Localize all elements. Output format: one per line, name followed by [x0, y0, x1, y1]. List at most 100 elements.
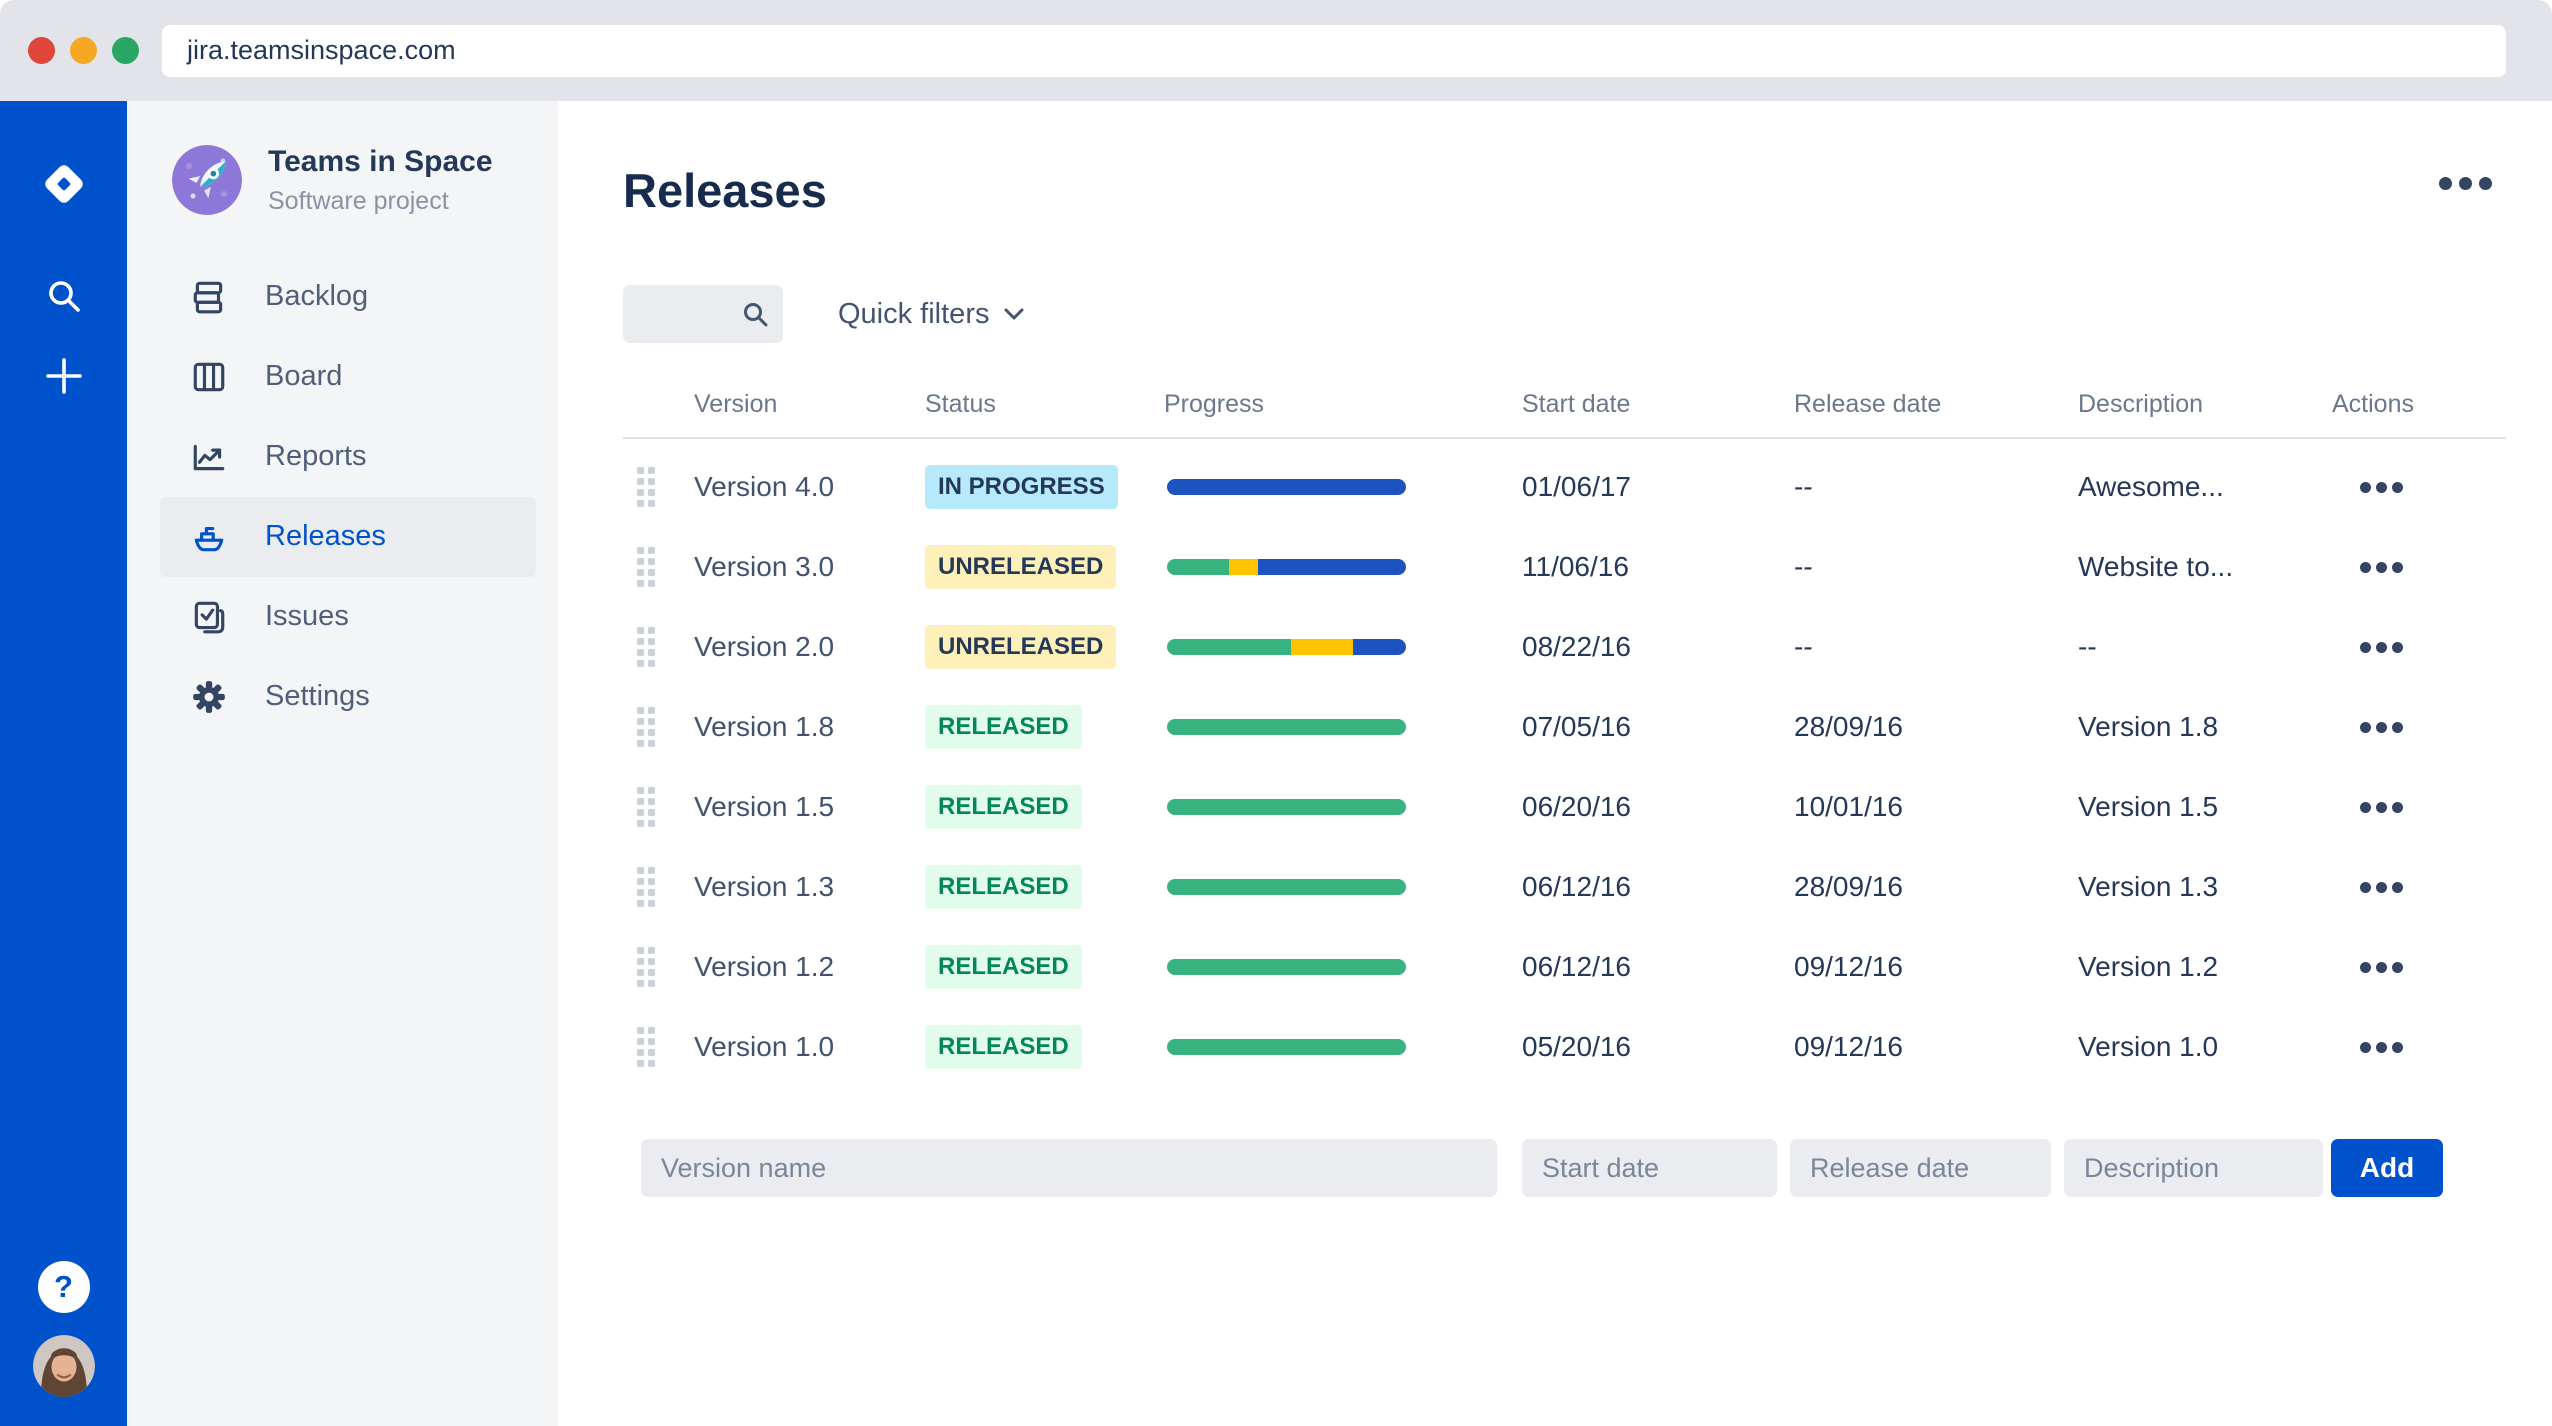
- table-row: Version 1.8 RELEASED 07/05/16 28/09/16 V…: [623, 687, 2506, 767]
- versions-table: Version Status Progress Start date Relea…: [623, 371, 2506, 1087]
- progress-bar: [1167, 799, 1406, 815]
- version-name[interactable]: Version 2.0: [678, 631, 925, 663]
- release-date: --: [1794, 471, 1813, 502]
- drag-handle-icon[interactable]: [637, 867, 678, 907]
- progress-bar: [1167, 559, 1406, 575]
- browser-window: jira.teamsinspace.com ? Teams in Space S…: [0, 0, 2552, 1426]
- version-name[interactable]: Version 4.0: [678, 471, 925, 503]
- version-name[interactable]: Version 1.3: [678, 871, 925, 903]
- release-date: 09/12/16: [1794, 951, 1903, 982]
- status-badge: RELEASED: [925, 945, 1082, 989]
- drag-handle-icon[interactable]: [637, 547, 678, 587]
- version-name[interactable]: Version 1.8: [678, 711, 925, 743]
- board-icon: [190, 358, 228, 396]
- column-header-start-date: Start date: [1522, 389, 1631, 418]
- description: Version 1.8: [2078, 711, 2219, 742]
- maximize-window-button[interactable]: [112, 37, 139, 64]
- description: Website to...: [2078, 551, 2234, 582]
- version-name[interactable]: Version 1.5: [678, 791, 925, 823]
- row-actions-button[interactable]: [2360, 1041, 2506, 1053]
- start-date: 06/20/16: [1522, 791, 1631, 822]
- sidebar-item-releases[interactable]: Releases: [160, 496, 536, 577]
- quick-filters-dropdown[interactable]: Quick filters: [838, 298, 1025, 331]
- global-search-icon[interactable]: [40, 272, 88, 320]
- release-date: 28/09/16: [1794, 871, 1903, 902]
- row-actions-button[interactable]: [2360, 961, 2506, 973]
- table-row: Version 1.2 RELEASED 06/12/16 09/12/16 V…: [623, 927, 2506, 1007]
- add-version-form: Add: [641, 1139, 2443, 1197]
- drag-handle-icon[interactable]: [637, 1027, 678, 1067]
- row-actions-button[interactable]: [2360, 801, 2506, 813]
- drag-handle-icon[interactable]: [637, 707, 678, 747]
- description: Version 1.3: [2078, 871, 2219, 902]
- sidebar-item-settings[interactable]: Settings: [160, 657, 536, 737]
- progress-segment-blue: [1167, 479, 1406, 495]
- drag-handle-icon[interactable]: [637, 467, 678, 507]
- sidebar-item-board[interactable]: Board: [160, 337, 536, 417]
- issues-icon: [190, 598, 228, 636]
- row-actions-button[interactable]: [2360, 561, 2506, 573]
- version-name[interactable]: Version 1.0: [678, 1031, 925, 1063]
- reports-icon: [190, 438, 228, 476]
- column-header-release-date: Release date: [1794, 389, 1942, 418]
- row-actions-button[interactable]: [2360, 881, 2506, 893]
- description-input[interactable]: [2064, 1139, 2323, 1197]
- address-bar[interactable]: jira.teamsinspace.com: [162, 24, 2506, 77]
- table-row: Version 4.0 IN PROGRESS 01/06/17 -- Awes…: [623, 447, 2506, 527]
- status-badge: RELEASED: [925, 705, 1082, 749]
- sidebar-item-label: Issues: [265, 600, 349, 632]
- sidebar-item-issues[interactable]: Issues: [160, 577, 536, 657]
- close-window-button[interactable]: [28, 37, 55, 64]
- sidebar-item-reports[interactable]: Reports: [160, 417, 536, 497]
- version-name[interactable]: Version 3.0: [678, 551, 925, 583]
- table-row: Version 1.5 RELEASED 06/20/16 10/01/16 V…: [623, 767, 2506, 847]
- project-type: Software project: [268, 186, 449, 215]
- row-actions-button[interactable]: [2360, 641, 2506, 653]
- quick-filters-label: Quick filters: [838, 297, 990, 330]
- status-badge: UNRELEASED: [925, 625, 1117, 669]
- version-name[interactable]: Version 1.2: [678, 951, 925, 983]
- progress-segment-green: [1167, 1039, 1406, 1055]
- column-header-actions: Actions: [2332, 389, 2414, 418]
- progress-segment-yellow: [1229, 559, 1258, 575]
- column-header-description: Description: [2078, 389, 2204, 418]
- start-date: 07/05/16: [1522, 711, 1631, 742]
- help-button[interactable]: ?: [37, 1261, 90, 1313]
- search-box[interactable]: [623, 285, 783, 343]
- row-actions-button[interactable]: [2360, 721, 2506, 733]
- version-name-input[interactable]: [641, 1139, 1497, 1197]
- user-avatar[interactable]: [32, 1335, 95, 1397]
- release-date-input[interactable]: [1790, 1139, 2051, 1197]
- release-date: --: [1794, 631, 1813, 662]
- table-row: Version 1.3 RELEASED 06/12/16 28/09/16 V…: [623, 847, 2506, 927]
- minimize-window-button[interactable]: [70, 37, 97, 64]
- page-title: Releases: [623, 164, 827, 217]
- start-date-input[interactable]: [1522, 1139, 1777, 1197]
- status-badge: UNRELEASED: [925, 545, 1117, 589]
- browser-chrome: jira.teamsinspace.com: [0, 0, 2552, 101]
- project-nav: Backlog Board Reports Releases Issues Se…: [127, 257, 558, 737]
- sidebar-item-label: Backlog: [265, 280, 369, 312]
- progress-segment-green: [1167, 959, 1406, 975]
- start-date: 05/20/16: [1522, 1031, 1631, 1062]
- progress-segment-blue: [1257, 559, 1406, 575]
- gear-icon: [190, 678, 228, 716]
- progress-segment-green: [1167, 559, 1230, 575]
- sidebar-item-backlog[interactable]: Backlog: [160, 257, 536, 337]
- release-date: --: [1794, 551, 1813, 582]
- drag-handle-icon[interactable]: [637, 627, 678, 667]
- drag-handle-icon[interactable]: [637, 947, 678, 987]
- filter-bar: Quick filters: [623, 285, 1025, 343]
- start-date: 11/06/16: [1522, 551, 1629, 582]
- table-row: Version 2.0 UNRELEASED 08/22/16 -- --: [623, 607, 2506, 687]
- create-plus-icon[interactable]: [42, 354, 86, 398]
- add-button[interactable]: Add: [2331, 1139, 2443, 1197]
- progress-segment-green: [1167, 799, 1406, 815]
- drag-handle-icon[interactable]: [637, 787, 678, 827]
- description: Awesome...: [2078, 471, 2224, 502]
- page-more-menu-button[interactable]: [2439, 177, 2492, 190]
- release-date: 09/12/16: [1794, 1031, 1903, 1062]
- row-actions-button[interactable]: [2360, 481, 2506, 493]
- description: --: [2078, 631, 2097, 662]
- jira-logo-icon[interactable]: [36, 156, 92, 212]
